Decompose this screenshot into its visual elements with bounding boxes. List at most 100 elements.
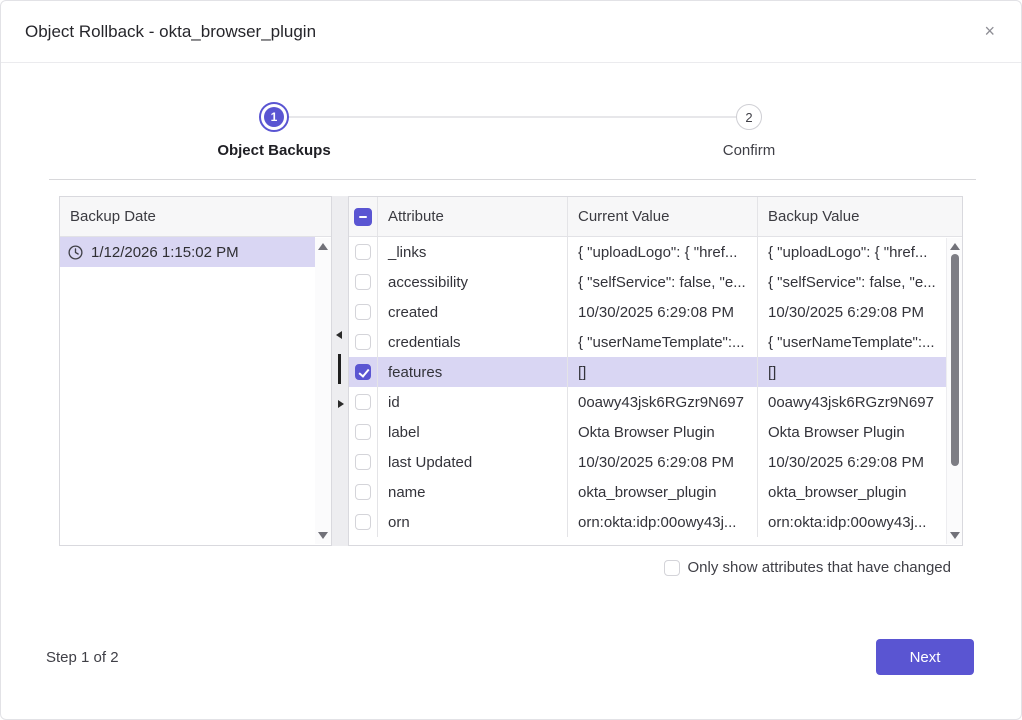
- attribute-cell: credentials: [377, 327, 567, 357]
- dialog-title: Object Rollback - okta_browser_plugin: [25, 22, 316, 42]
- table-row: labelOkta Browser PluginOkta Browser Plu…: [349, 417, 962, 447]
- row-checkbox-cell: [349, 387, 377, 417]
- panel-splitter: [332, 196, 348, 546]
- row-checkbox-cell: [349, 417, 377, 447]
- table-row: accessibility{ "selfService": false, "e.…: [349, 267, 962, 297]
- row-checkbox-cell: [349, 327, 377, 357]
- select-all-checkbox[interactable]: [354, 208, 372, 226]
- row-checkbox[interactable]: [355, 364, 371, 380]
- column-header-backup-value: Backup Value: [757, 197, 946, 236]
- stepper-connector: [274, 116, 749, 118]
- row-checkbox[interactable]: [355, 334, 371, 350]
- attributes-table-header: Attribute Current Value Backup Value: [349, 197, 962, 237]
- table-row: _links{ "uploadLogo": { "href...{ "uploa…: [349, 237, 962, 267]
- current-value-cell: 10/30/2025 6:29:08 PM: [567, 297, 757, 327]
- table-row: last Updated10/30/2025 6:29:08 PM10/30/2…: [349, 447, 962, 477]
- backup-value-cell: orn:okta:idp:00owy43j...: [757, 507, 946, 537]
- row-checkbox-cell: [349, 237, 377, 267]
- scroll-up-icon[interactable]: [950, 243, 960, 250]
- backup-date-header: Backup Date: [60, 197, 331, 237]
- backup-value-cell: []: [757, 357, 946, 387]
- backup-date-text: 1/12/2026 1:15:02 PM: [91, 244, 239, 261]
- scroll-up-icon[interactable]: [318, 243, 328, 250]
- row-checkbox-cell: [349, 507, 377, 537]
- row-checkbox[interactable]: [355, 424, 371, 440]
- current-value-cell: orn:okta:idp:00owy43j...: [567, 507, 757, 537]
- object-rollback-dialog: Object Rollback - okta_browser_plugin × …: [0, 0, 1022, 720]
- table-row: id0oawy43jsk6RGzr9N6970oawy43jsk6RGzr9N6…: [349, 387, 962, 417]
- attribute-cell: accessibility: [377, 267, 567, 297]
- backup-value-cell: { "userNameTemplate":...: [757, 327, 946, 357]
- attribute-cell: last Updated: [377, 447, 567, 477]
- clock-icon: [68, 245, 83, 260]
- attributes-table-body: _links{ "uploadLogo": { "href...{ "uploa…: [349, 237, 962, 537]
- current-value-cell: 10/30/2025 6:29:08 PM: [567, 447, 757, 477]
- backup-value-cell: 10/30/2025 6:29:08 PM: [757, 447, 946, 477]
- current-value-cell: { "userNameTemplate":...: [567, 327, 757, 357]
- attribute-cell: orn: [377, 507, 567, 537]
- only-changed-label: Only show attributes that have changed: [688, 559, 952, 576]
- current-value-cell: []: [567, 357, 757, 387]
- column-header-attribute: Attribute: [377, 197, 567, 236]
- step-1-circle: 1: [259, 102, 289, 132]
- row-checkbox[interactable]: [355, 454, 371, 470]
- backup-value-cell: 0oawy43jsk6RGzr9N697: [757, 387, 946, 417]
- collapse-left-icon[interactable]: [336, 331, 342, 339]
- row-checkbox[interactable]: [355, 304, 371, 320]
- attribute-cell: features: [377, 357, 567, 387]
- row-checkbox-cell: [349, 477, 377, 507]
- close-icon[interactable]: ×: [984, 22, 995, 40]
- step-indicator: Step 1 of 2: [46, 649, 119, 666]
- table-row: created10/30/2025 6:29:08 PM10/30/2025 6…: [349, 297, 962, 327]
- current-value-cell: Okta Browser Plugin: [567, 417, 757, 447]
- step-2-number: 2: [745, 110, 752, 125]
- table-scrollbar[interactable]: [946, 238, 962, 544]
- scroll-down-icon[interactable]: [950, 532, 960, 539]
- column-header-current-value: Current Value: [567, 197, 757, 236]
- next-button[interactable]: Next: [876, 639, 974, 675]
- table-row: credentials{ "userNameTemplate":...{ "us…: [349, 327, 962, 357]
- attribute-cell: created: [377, 297, 567, 327]
- row-checkbox-cell: [349, 267, 377, 297]
- only-changed-checkbox[interactable]: [664, 560, 680, 576]
- table-row: features[][]: [349, 357, 962, 387]
- row-checkbox-cell: [349, 357, 377, 387]
- step-2-label: Confirm: [723, 142, 776, 159]
- backup-date-item[interactable]: 1/12/2026 1:15:02 PM: [60, 237, 315, 267]
- scroll-down-icon[interactable]: [318, 532, 328, 539]
- current-value-cell: okta_browser_plugin: [567, 477, 757, 507]
- splitter-handle[interactable]: [338, 354, 341, 384]
- select-all-cell: [349, 197, 377, 236]
- attribute-cell: _links: [377, 237, 567, 267]
- current-value-cell: 0oawy43jsk6RGzr9N697: [567, 387, 757, 417]
- attributes-table: Attribute Current Value Backup Value _li…: [348, 196, 963, 546]
- attribute-cell: name: [377, 477, 567, 507]
- backup-value-cell: { "selfService": false, "e...: [757, 267, 946, 297]
- table-row: nameokta_browser_pluginokta_browser_plug…: [349, 477, 962, 507]
- filter-row: Only show attributes that have changed: [664, 559, 952, 576]
- attribute-cell: label: [377, 417, 567, 447]
- section-divider: [49, 179, 976, 180]
- dialog-title-bar: Object Rollback - okta_browser_plugin ×: [1, 1, 1021, 63]
- backup-list-scrollbar[interactable]: [315, 238, 331, 544]
- row-checkbox-cell: [349, 447, 377, 477]
- backup-date-panel: Backup Date 1/12/2026 1:15:02 PM: [59, 196, 332, 546]
- current-value-cell: { "selfService": false, "e...: [567, 267, 757, 297]
- collapse-right-icon[interactable]: [338, 400, 344, 408]
- row-checkbox[interactable]: [355, 484, 371, 500]
- backup-date-list: 1/12/2026 1:15:02 PM: [60, 237, 331, 267]
- row-checkbox[interactable]: [355, 244, 371, 260]
- table-row: ornorn:okta:idp:00owy43j...orn:okta:idp:…: [349, 507, 962, 537]
- step-2-circle: 2: [736, 104, 762, 130]
- scrollbar-thumb[interactable]: [951, 254, 959, 466]
- backup-value-cell: 10/30/2025 6:29:08 PM: [757, 297, 946, 327]
- backup-value-cell: okta_browser_plugin: [757, 477, 946, 507]
- row-checkbox[interactable]: [355, 274, 371, 290]
- row-checkbox[interactable]: [355, 514, 371, 530]
- backup-value-cell: Okta Browser Plugin: [757, 417, 946, 447]
- row-checkbox-cell: [349, 297, 377, 327]
- attribute-cell: id: [377, 387, 567, 417]
- row-checkbox[interactable]: [355, 394, 371, 410]
- current-value-cell: { "uploadLogo": { "href...: [567, 237, 757, 267]
- step-1-label: Object Backups: [217, 142, 330, 159]
